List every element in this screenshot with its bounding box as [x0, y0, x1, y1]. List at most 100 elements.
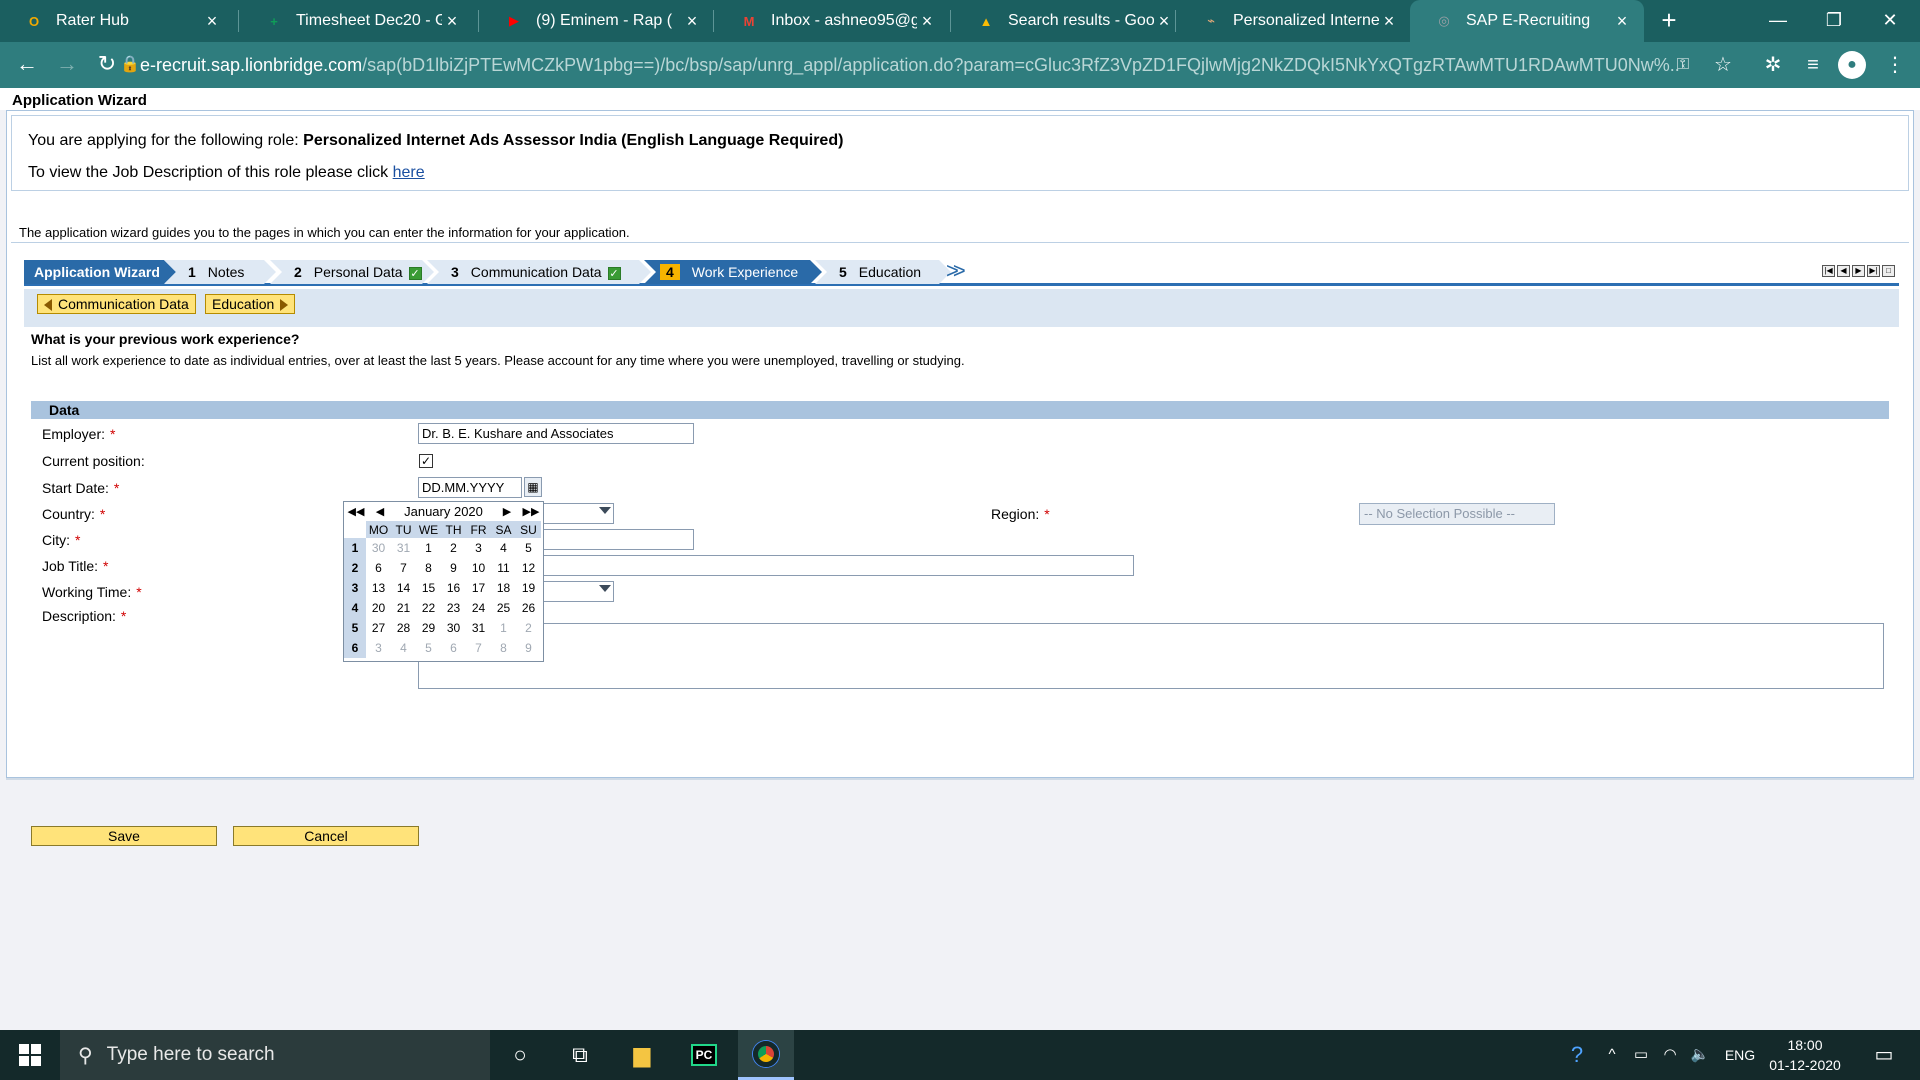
- calendar-day[interactable]: 26: [516, 598, 541, 618]
- tab-close-icon[interactable]: ×: [1379, 11, 1399, 32]
- calendar-day[interactable]: 30: [441, 618, 466, 638]
- calendar-day[interactable]: 8: [416, 558, 441, 578]
- calendar-day[interactable]: 9: [441, 558, 466, 578]
- minimize-window-icon[interactable]: —: [1750, 0, 1806, 42]
- key-icon[interactable]: ⚿: [1668, 50, 1698, 80]
- calendar-day[interactable]: 1: [416, 538, 441, 558]
- close-window-icon[interactable]: ✕: [1862, 0, 1918, 42]
- previous-page-icon[interactable]: ◀: [1837, 265, 1850, 277]
- volume-icon[interactable]: 🔈: [1686, 1030, 1714, 1080]
- calendar-day[interactable]: 2: [516, 618, 541, 638]
- pycharm-icon[interactable]: PC: [676, 1030, 732, 1080]
- roadmap-step-work-experience[interactable]: 4 Work Experience: [644, 260, 822, 284]
- address-bar[interactable]: e-recruit.sap.lionbridge.com/sap(bD1lbiZ…: [140, 49, 1680, 81]
- calendar-day[interactable]: 4: [391, 638, 416, 658]
- chrome-taskbar-icon[interactable]: [738, 1030, 794, 1080]
- calendar-day[interactable]: 23: [441, 598, 466, 618]
- browser-tab[interactable]: ◎ SAP E-Recruiting ×: [1410, 0, 1644, 42]
- first-page-icon[interactable]: |◀: [1822, 265, 1835, 277]
- roadmap-step-personal-data[interactable]: 2 Personal Data ✓: [270, 260, 434, 284]
- calendar-day[interactable]: 28: [391, 618, 416, 638]
- calendar-day[interactable]: 5: [516, 538, 541, 558]
- taskbar-clock[interactable]: 18:00 01-12-2020: [1762, 1035, 1848, 1075]
- description-textarea[interactable]: [418, 623, 1884, 689]
- start-date-input[interactable]: DD.MM.YYYY: [418, 477, 522, 498]
- next-page-icon[interactable]: ▶: [1852, 265, 1865, 277]
- calendar-day[interactable]: 31: [391, 538, 416, 558]
- tab-close-icon[interactable]: ×: [442, 11, 462, 32]
- profile-avatar-icon[interactable]: ●: [1838, 51, 1866, 79]
- tab-close-icon[interactable]: ×: [1154, 11, 1174, 32]
- bookmark-star-icon[interactable]: ☆: [1708, 50, 1738, 80]
- next-year-icon[interactable]: ▶▶: [519, 505, 543, 518]
- calendar-icon[interactable]: ▦: [524, 477, 542, 497]
- employer-input[interactable]: Dr. B. E. Kushare and Associates: [418, 423, 694, 444]
- new-tab-button[interactable]: +: [1654, 6, 1684, 36]
- calendar-day[interactable]: 5: [416, 638, 441, 658]
- calendar-day[interactable]: 15: [416, 578, 441, 598]
- menu-kebab-icon[interactable]: ⋮: [1880, 50, 1910, 80]
- battery-icon[interactable]: ▭: [1628, 1030, 1654, 1080]
- calendar-day[interactable]: 24: [466, 598, 491, 618]
- windows-start-icon[interactable]: [0, 1030, 60, 1080]
- calendar-day[interactable]: 2: [441, 538, 466, 558]
- calendar-day[interactable]: 20: [366, 598, 391, 618]
- save-button[interactable]: Save: [31, 826, 217, 846]
- next-page-button[interactable]: Education: [205, 294, 296, 314]
- calendar-day[interactable]: 31: [466, 618, 491, 638]
- calendar-day[interactable]: 12: [516, 558, 541, 578]
- browser-tab[interactable]: ▶ (9) Eminem - Rap (×: [480, 0, 714, 42]
- last-page-icon[interactable]: ▶|: [1867, 265, 1880, 277]
- roadmap-step-notes[interactable]: 1 Notes: [164, 260, 276, 284]
- input-language[interactable]: ENG: [1720, 1030, 1760, 1080]
- calendar-day[interactable]: 30: [366, 538, 391, 558]
- roadmap-step-communication-data[interactable]: 3 Communication Data ✓: [427, 260, 651, 284]
- browser-tab[interactable]: O Rater Hub ×: [0, 0, 234, 42]
- taskbar-search-box[interactable]: ⚲ Type here to search: [60, 1030, 490, 1080]
- tab-close-icon[interactable]: ×: [917, 11, 937, 32]
- region-select[interactable]: -- No Selection Possible --: [1359, 503, 1555, 525]
- calendar-day[interactable]: 18: [491, 578, 516, 598]
- calendar-day[interactable]: 14: [391, 578, 416, 598]
- previous-year-icon[interactable]: ◀◀: [344, 505, 368, 518]
- calendar-day[interactable]: 3: [466, 538, 491, 558]
- calendar-day[interactable]: 13: [366, 578, 391, 598]
- calendar-day[interactable]: 29: [416, 618, 441, 638]
- previous-month-icon[interactable]: ◀: [368, 505, 392, 518]
- cancel-button[interactable]: Cancel: [233, 826, 419, 846]
- help-icon[interactable]: ?: [1560, 1030, 1594, 1080]
- calendar-day[interactable]: 4: [491, 538, 516, 558]
- tab-close-icon[interactable]: ×: [1612, 11, 1632, 32]
- calendar-day[interactable]: 9: [516, 638, 541, 658]
- browser-tab[interactable]: ⌁ Personalized Internet A×: [1177, 0, 1411, 42]
- browser-tab[interactable]: + Timesheet Dec20 - Goo×: [240, 0, 474, 42]
- maximize-icon[interactable]: □: [1882, 265, 1895, 277]
- calendar-day[interactable]: 11: [491, 558, 516, 578]
- task-view-icon[interactable]: ⧉: [552, 1030, 608, 1080]
- previous-page-button[interactable]: Communication Data: [37, 294, 196, 314]
- browser-tab[interactable]: M Inbox - ashneo95@gm ×: [715, 0, 949, 42]
- calendar-day[interactable]: 1: [491, 618, 516, 638]
- notifications-icon[interactable]: ▭: [1862, 1030, 1906, 1080]
- calendar-day[interactable]: 22: [416, 598, 441, 618]
- calendar-day[interactable]: 19: [516, 578, 541, 598]
- reading-list-icon[interactable]: ≡: [1798, 50, 1828, 80]
- cortana-icon[interactable]: ○: [492, 1030, 548, 1080]
- calendar-day[interactable]: 8: [491, 638, 516, 658]
- file-explorer-icon[interactable]: ▆: [614, 1030, 670, 1080]
- calendar-day[interactable]: 17: [466, 578, 491, 598]
- tab-close-icon[interactable]: ×: [202, 11, 222, 32]
- calendar-day[interactable]: 21: [391, 598, 416, 618]
- roadmap-step-education[interactable]: 5 Education: [815, 260, 951, 284]
- restore-window-icon[interactable]: ❐: [1806, 0, 1862, 42]
- forward-icon[interactable]: →: [52, 50, 82, 80]
- tab-close-icon[interactable]: ×: [682, 11, 702, 32]
- calendar-day[interactable]: 6: [441, 638, 466, 658]
- calendar-day[interactable]: 10: [466, 558, 491, 578]
- browser-tab[interactable]: ▲ Search results - Google×: [952, 0, 1186, 42]
- calendar-day[interactable]: 7: [466, 638, 491, 658]
- calendar-day[interactable]: 6: [366, 558, 391, 578]
- back-icon[interactable]: ←: [12, 50, 42, 80]
- next-month-icon[interactable]: ▶: [495, 505, 519, 518]
- calendar-day[interactable]: 16: [441, 578, 466, 598]
